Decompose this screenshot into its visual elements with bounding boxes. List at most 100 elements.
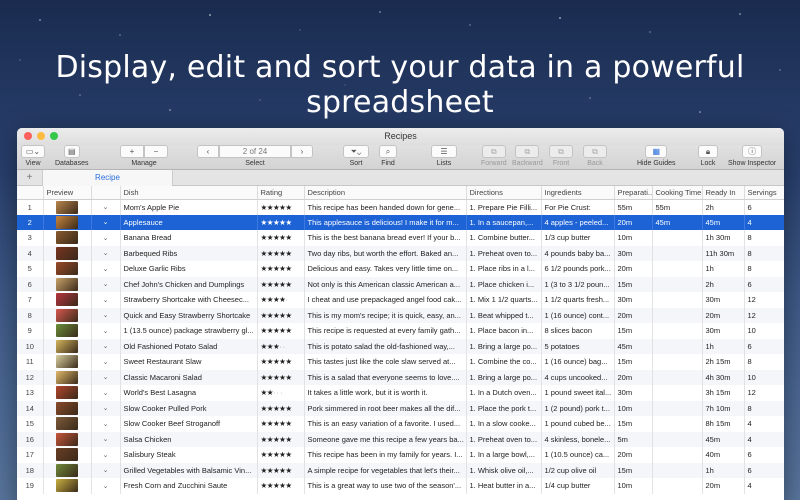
dish-cell[interactable]: Mom's Apple Pie — [120, 199, 258, 215]
servings-cell[interactable]: 8 — [744, 261, 784, 277]
ingredients-cell[interactable]: 4 skinless, bonele... — [541, 431, 615, 447]
directions-cell[interactable]: 1. Place ribs in a l... — [466, 261, 542, 277]
row-number[interactable]: 9 — [17, 323, 44, 339]
ready-in-cell[interactable]: 30m — [702, 323, 745, 339]
ingredients-cell[interactable]: 4 cups uncooked... — [541, 369, 615, 385]
dish-cell[interactable]: World's Best Lasagna — [120, 385, 258, 401]
ingredients-cell[interactable]: 5 potatoes — [541, 338, 615, 354]
table-row[interactable]: 11 ⌄ Sweet Restaurant Slaw ★★★★★ This tastes… — [17, 354, 784, 370]
directions-cell[interactable]: 1. Whisk olive oil,... — [466, 462, 542, 478]
rating-cell[interactable]: ★★★★★ — [257, 261, 305, 277]
directions-cell[interactable]: 1. Combine butter... — [466, 230, 542, 246]
ingredients-cell[interactable]: 4 pounds baby ba... — [541, 245, 615, 261]
table-row[interactable]: 5 ⌄ Deluxe Garlic Ribs ★★★★★ Delicious and e… — [17, 261, 784, 277]
column-header[interactable] — [91, 186, 121, 200]
servings-cell[interactable]: 6 — [744, 447, 784, 463]
dish-cell[interactable]: Slow Cooker Beef Stroganoff — [120, 416, 258, 432]
cooking-time-cell[interactable] — [652, 431, 703, 447]
servings-cell[interactable]: 12 — [744, 292, 784, 308]
row-number[interactable]: 17 — [17, 447, 44, 463]
preview-cell[interactable] — [43, 385, 92, 401]
servings-cell[interactable]: 10 — [744, 369, 784, 385]
preparation-cell[interactable]: 15m — [614, 276, 653, 292]
preparation-cell[interactable]: 20m — [614, 214, 653, 230]
description-cell[interactable]: This recipe has been in my family for ye… — [304, 447, 467, 463]
cooking-time-cell[interactable] — [652, 462, 703, 478]
description-cell[interactable]: This is my mom's recipe; it is quick, ea… — [304, 307, 467, 323]
directions-cell[interactable]: 1. Preheat oven to... — [466, 431, 542, 447]
directions-cell[interactable]: 1. Bring a large po... — [466, 369, 542, 385]
chevron-down-icon[interactable]: ⌄ — [91, 230, 121, 246]
row-number[interactable]: 16 — [17, 431, 44, 447]
hide-guides-tool[interactable]: ▦ Hide Guides — [637, 145, 676, 170]
servings-cell[interactable]: 12 — [744, 385, 784, 401]
cooking-time-cell[interactable] — [652, 323, 703, 339]
rating-cell[interactable]: ★★★·· — [257, 338, 305, 354]
databases-tool[interactable]: ▤ Databases — [55, 145, 88, 170]
directions-cell[interactable]: 1. Place bacon in... — [466, 323, 542, 339]
table-row[interactable]: 2 ⌄ Applesauce ★★★★★ This applesauce is deli… — [17, 214, 784, 230]
ready-in-cell[interactable]: 2h — [702, 199, 745, 215]
ready-in-cell[interactable]: 1h 30m — [702, 230, 745, 246]
cooking-time-cell[interactable] — [652, 292, 703, 308]
chevron-down-icon[interactable]: ⌄ — [91, 400, 121, 416]
preview-cell[interactable] — [43, 478, 92, 494]
description-cell[interactable]: This recipe has been handed down for gen… — [304, 199, 467, 215]
cooking-time-cell[interactable] — [652, 416, 703, 432]
table-row[interactable]: 9 ⌄ 1 (13.5 ounce) package strawberry gl..… — [17, 323, 784, 339]
row-number[interactable]: 12 — [17, 369, 44, 385]
view-tool[interactable]: ▭⌄ View — [21, 145, 45, 170]
description-cell[interactable]: This is a salad that everyone seems to l… — [304, 369, 467, 385]
ingredients-cell[interactable]: 1 1/2 quarts fresh... — [541, 292, 615, 308]
preparation-cell[interactable]: 30m — [614, 292, 653, 308]
description-cell[interactable]: This is a great way to use two of the se… — [304, 478, 467, 494]
ingredients-cell[interactable]: 1/4 cup butter — [541, 478, 615, 494]
table-row[interactable]: 4 ⌄ Barbequed Ribs ★★★★★ Two day ribs, but w… — [17, 245, 784, 261]
forward-tool[interactable]: ⧉ Forward — [481, 145, 507, 170]
chevron-down-icon[interactable]: ⌄ — [91, 261, 121, 277]
row-number[interactable]: 11 — [17, 354, 44, 370]
description-cell[interactable]: This tastes just like the cole slaw serv… — [304, 354, 467, 370]
dish-cell[interactable]: Sweet Restaurant Slaw — [120, 354, 258, 370]
row-number[interactable]: 7 — [17, 292, 44, 308]
rating-cell[interactable]: ★★★★★ — [257, 230, 305, 246]
ingredients-cell[interactable]: 4 apples - peeled... — [541, 214, 615, 230]
next-record-icon[interactable]: › — [291, 145, 313, 158]
description-cell[interactable]: Pork simmered in root beer makes all the… — [304, 400, 467, 416]
rating-cell[interactable]: ★★★★★ — [257, 478, 305, 494]
preparation-cell[interactable]: 10m — [614, 230, 653, 246]
cooking-time-cell[interactable] — [652, 400, 703, 416]
description-cell[interactable]: This is an easy variation of a favorite.… — [304, 416, 467, 432]
preview-cell[interactable] — [43, 214, 92, 230]
ready-in-cell[interactable]: 1h — [702, 462, 745, 478]
servings-cell[interactable]: 8 — [744, 245, 784, 261]
find-tool[interactable]: ⌕ Find — [379, 145, 397, 170]
directions-cell[interactable]: 1. Prepare Pie Filli... — [466, 199, 542, 215]
rating-cell[interactable]: ★★··· — [257, 385, 305, 401]
ready-in-cell[interactable]: 1h — [702, 338, 745, 354]
table-row[interactable]: 10 ⌄ Old Fashioned Potato Salad ★★★·· This i… — [17, 338, 784, 354]
cooking-time-cell[interactable] — [652, 338, 703, 354]
rating-cell[interactable]: ★★★★★ — [257, 199, 305, 215]
chevron-down-icon[interactable]: ⌄ — [91, 245, 121, 261]
servings-cell[interactable]: 8 — [744, 354, 784, 370]
cooking-time-cell[interactable] — [652, 307, 703, 323]
chevron-down-icon[interactable]: ⌄ — [91, 199, 121, 215]
cooking-time-cell[interactable] — [652, 385, 703, 401]
rating-cell[interactable]: ★★★★★ — [257, 369, 305, 385]
add-record-button[interactable]: + — [120, 145, 144, 158]
ready-in-cell[interactable]: 7h 10m — [702, 400, 745, 416]
preview-cell[interactable] — [43, 447, 92, 463]
dish-cell[interactable]: Slow Cooker Pulled Pork — [120, 400, 258, 416]
preview-cell[interactable] — [43, 354, 92, 370]
rating-cell[interactable]: ★★★★★ — [257, 431, 305, 447]
preview-cell[interactable] — [43, 245, 92, 261]
table-row[interactable]: 6 ⌄ Chef John's Chicken and Dumplings ★★★★★… — [17, 276, 784, 292]
sort-tool[interactable]: ⏷⌄ Sort — [343, 145, 369, 170]
row-number[interactable]: 5 — [17, 261, 44, 277]
row-number[interactable]: 14 — [17, 400, 44, 416]
ingredients-cell[interactable]: 1 (16 ounce) cont... — [541, 307, 615, 323]
ingredients-cell[interactable]: 1/2 cup olive oil — [541, 462, 615, 478]
table-row[interactable]: 3 ⌄ Banana Bread ★★★★★ This is the best bana… — [17, 230, 784, 246]
directions-cell[interactable]: 1. Place the pork t... — [466, 400, 542, 416]
